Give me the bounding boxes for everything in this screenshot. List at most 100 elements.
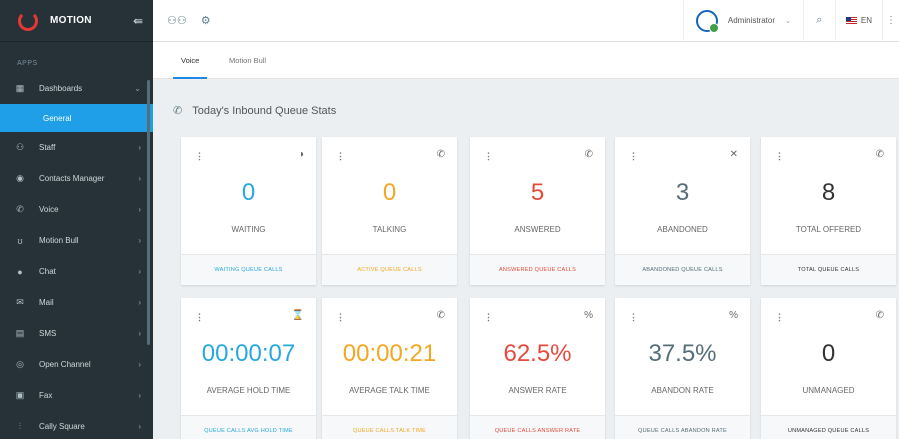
stat-card-abandoned: ⋮ ✕ 3 ABANDONED ABANDONED QUEUE CALLS bbox=[615, 137, 750, 285]
stat-card-abandon-rate: ⋮% 37.5% ABANDON RATE QUEUE CALLS ABANDON R… bbox=[615, 298, 750, 439]
phone-in-talk-icon: ✆ bbox=[436, 149, 445, 160]
stat-card-body: ⋮% 37.5% ABANDON RATE bbox=[615, 298, 750, 415]
fax-icon: ▣ bbox=[15, 390, 25, 400]
stat-card-average-talk-time: ⋮ ✆ 00:00:21 AVERAGE TALK TIME QUEUE CALLS T… bbox=[322, 298, 457, 439]
stat-value: 0 bbox=[241, 179, 256, 206]
stat-value: 00:00:07 bbox=[201, 340, 296, 367]
sidebar-item-label: Fax bbox=[39, 391, 53, 400]
stat-label: ANSWER RATE bbox=[508, 386, 567, 395]
page-title-text: Today's Inbound Queue Stats bbox=[192, 104, 337, 117]
language-label: EN bbox=[860, 16, 872, 25]
stat-card-body: ⋮ ✆ 8 TOTAL OFFERED bbox=[761, 137, 896, 254]
stat-label: TALKING bbox=[372, 225, 407, 234]
user-menu[interactable]: Administrator ⌄ bbox=[682, 0, 804, 42]
stat-value: 62.5% bbox=[503, 340, 572, 367]
chevron-down-icon: ⌄ bbox=[134, 84, 141, 93]
stat-footer-link[interactable]: ABANDONED QUEUE CALLS bbox=[615, 254, 750, 285]
stat-footer-link[interactable]: WAITING QUEUE CALLS bbox=[181, 254, 316, 285]
sidebar-item-dashboards[interactable]: ▦ Dashboards ⌄ bbox=[0, 73, 153, 104]
main-content: ✆ Today's Inbound Queue Stats ⋮ ◑ 0 WAITING… bbox=[153, 80, 899, 439]
sidebar-item-voice[interactable]: ✆ Voice › bbox=[0, 194, 153, 225]
app-name: MOTION bbox=[50, 15, 92, 26]
sidebar-item-chat[interactable]: ● Chat › bbox=[0, 256, 153, 287]
sidebar-item-label: SMS bbox=[39, 329, 57, 338]
open-channel-icon: ◎ bbox=[16, 359, 24, 369]
sidebar-item-open-channel[interactable]: ◎ Open Channel › bbox=[0, 349, 153, 380]
stat-card-body: ⋮ ✕ 3 ABANDONED bbox=[615, 137, 750, 254]
phone-callback-icon: ✆ bbox=[875, 149, 884, 160]
sidebar-item-label: Contacts Manager bbox=[39, 174, 105, 183]
stat-footer-link[interactable]: QUEUE CALLS TALK TIME bbox=[322, 415, 457, 439]
chevron-right-icon: › bbox=[138, 391, 141, 400]
stat-value: 5 bbox=[530, 179, 545, 206]
stat-card-body: ⋮ ◑ 0 WAITING bbox=[181, 137, 316, 254]
chevron-right-icon: › bbox=[138, 422, 141, 431]
more-vert-icon[interactable]: ⋮ bbox=[484, 151, 493, 162]
sidebar-scrollbar[interactable] bbox=[147, 80, 150, 345]
more-vert-icon[interactable]: ⋮ bbox=[336, 312, 345, 323]
stat-footer-link[interactable]: QUEUE CALLS AVG HOLD TIME bbox=[181, 415, 316, 439]
stat-label: ABANDON RATE bbox=[651, 386, 714, 395]
gear-icon[interactable]: ⚙ bbox=[201, 14, 211, 27]
chevron-down-icon: ⌄ bbox=[785, 17, 791, 25]
tab-voice[interactable]: Voice bbox=[172, 42, 208, 79]
sidebar-item-label: Staff bbox=[39, 143, 56, 152]
more-vert-icon[interactable]: ⋮ bbox=[629, 151, 638, 162]
chevron-right-icon: › bbox=[138, 236, 141, 245]
stat-label: ABANDONED bbox=[657, 225, 708, 234]
mail-icon: ✉ bbox=[16, 297, 24, 307]
stat-card-body: ⋮ ⌛ 00:00:07 AVERAGE HOLD TIME bbox=[181, 298, 316, 415]
sms-icon: ▤ bbox=[15, 328, 25, 338]
tab-motion-bull[interactable]: Motion Bull bbox=[229, 42, 266, 79]
phone-callback-icon: ✆ bbox=[173, 105, 183, 117]
chevron-right-icon: › bbox=[138, 360, 141, 369]
sidebar-item-cally-square[interactable]: ⫶ Cally Square › bbox=[0, 411, 153, 439]
sidebar-item-motion-bull[interactable]: ʊ Motion Bull › bbox=[0, 225, 153, 256]
stat-label: WAITING bbox=[231, 225, 266, 234]
chevron-right-icon: › bbox=[138, 143, 141, 152]
more-vert-icon[interactable]: ⋮ bbox=[484, 312, 493, 323]
more-vert-icon[interactable]: ⋮ bbox=[775, 312, 784, 323]
sidebar-toggle-icon[interactable]: ⇚ bbox=[133, 14, 143, 28]
phone-icon: ✆ bbox=[16, 204, 24, 214]
sidebar-subitem-general[interactable]: General bbox=[0, 104, 153, 132]
page-title: ✆ Today's Inbound Queue Stats bbox=[173, 104, 337, 118]
hourglass-icon: ⌛ bbox=[291, 310, 304, 321]
more-vert-icon[interactable]: ⋮ bbox=[775, 151, 784, 162]
more-vert-icon[interactable]: ⋮ bbox=[336, 151, 345, 162]
more-vert-icon[interactable]: ⋮ bbox=[629, 312, 638, 323]
language-selector[interactable]: EN bbox=[836, 0, 883, 42]
stat-card-talking: ⋮ ✆ 0 TALKING ACTIVE QUEUE CALLS bbox=[322, 137, 457, 285]
stat-footer-link[interactable]: ACTIVE QUEUE CALLS bbox=[322, 254, 457, 285]
stat-footer-link[interactable]: QUEUE CALLS ANSWER RATE bbox=[470, 415, 605, 439]
stat-card-unmanaged: ⋮ ✆ 0 UNMANAGED UNMANAGED QUEUE CALLS bbox=[761, 298, 896, 439]
stat-footer-link[interactable]: TOTAL QUEUE CALLS bbox=[761, 254, 896, 285]
sidebar-item-label: Open Channel bbox=[39, 360, 91, 369]
phone-forward-icon: ✆ bbox=[875, 310, 884, 321]
more-vert-icon[interactable]: ⋮ bbox=[195, 151, 204, 162]
sidebar-item-label: Mail bbox=[39, 298, 54, 307]
sidebar-item-mail[interactable]: ✉ Mail › bbox=[0, 287, 153, 318]
people-icon[interactable]: ⚇⚇ bbox=[167, 14, 187, 27]
username: Administrator bbox=[727, 16, 775, 25]
chevron-right-icon: › bbox=[138, 298, 141, 307]
stat-footer-link[interactable]: UNMANAGED QUEUE CALLS bbox=[761, 415, 896, 439]
search-icon[interactable]: ⌕ bbox=[804, 0, 836, 42]
chevron-right-icon: › bbox=[138, 174, 141, 183]
chevron-right-icon: › bbox=[138, 267, 141, 276]
sidebar: MOTION ⇚ APPS ▦ Dashboards ⌄ General ⚇ S… bbox=[0, 0, 153, 439]
pie-chart-icon: ◑ bbox=[297, 149, 304, 160]
stat-footer-link[interactable]: QUEUE CALLS ABANDON RATE bbox=[615, 415, 750, 439]
more-vert-icon[interactable]: ⋮ bbox=[883, 15, 899, 26]
sidebar-item-sms[interactable]: ▤ SMS › bbox=[0, 318, 153, 349]
stat-label: ANSWERED bbox=[514, 225, 561, 234]
phone-in-talk-icon: ✆ bbox=[436, 310, 445, 321]
top-bar: ⚇⚇ ⚙ Administrator ⌄ ⌕ EN ⋮ bbox=[153, 0, 899, 42]
sidebar-item-staff[interactable]: ⚇ Staff › bbox=[0, 132, 153, 163]
contacts-icon: ◉ bbox=[16, 173, 24, 183]
sidebar-item-contacts-manager[interactable]: ◉ Contacts Manager › bbox=[0, 163, 153, 194]
sidebar-item-fax[interactable]: ▣ Fax › bbox=[0, 380, 153, 411]
stat-footer-link[interactable]: ANSWERED QUEUE CALLS bbox=[470, 254, 605, 285]
more-vert-icon[interactable]: ⋮ bbox=[195, 312, 204, 323]
phone-icon: ✆ bbox=[584, 149, 593, 160]
